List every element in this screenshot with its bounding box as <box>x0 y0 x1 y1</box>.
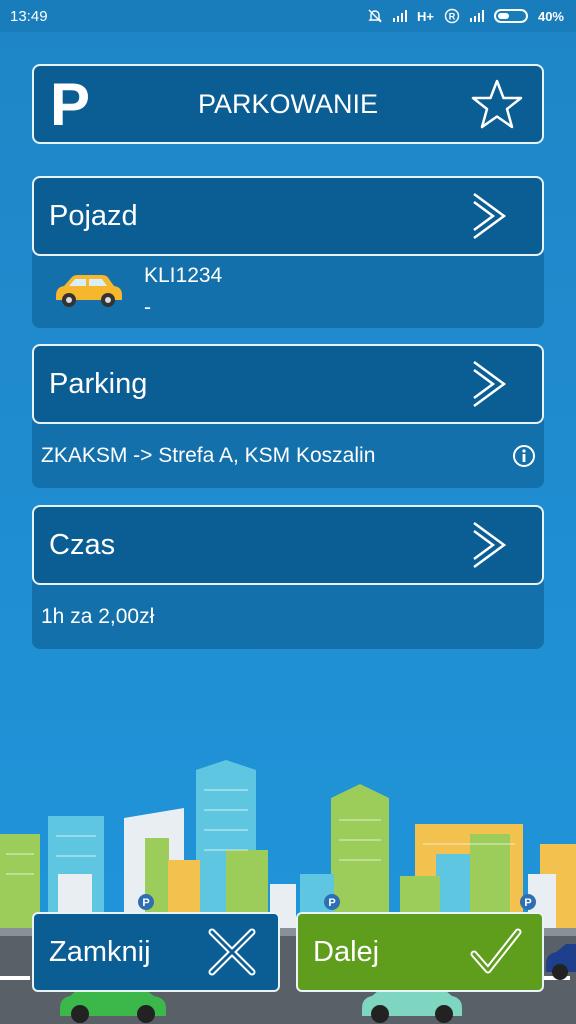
svg-text:P: P <box>328 897 335 909</box>
close-x-icon <box>208 928 256 976</box>
time-select-button[interactable]: Czas <box>32 505 544 585</box>
chevron-right-icon <box>473 192 507 240</box>
parking-zone: ZKAKSM -> Strefa A, KSM Koszalin <box>41 444 376 467</box>
battery-level: 40% <box>537 8 564 24</box>
header-panel: P PARKOWANIE <box>32 64 544 144</box>
svg-text:R: R <box>449 12 456 22</box>
page-title: PARKOWANIE <box>197 89 379 119</box>
status-bar: 13:49 H+ R 40% <box>0 0 576 32</box>
svg-text:P: P <box>142 897 149 909</box>
vehicle-plate: KLI1234 <box>144 264 223 287</box>
close-button-label: Zamknij <box>49 936 151 968</box>
info-icon[interactable] <box>512 444 536 468</box>
vehicle-card: Pojazd KLI1234 - <box>32 176 544 328</box>
car-icon <box>56 275 122 307</box>
vehicle-label: Pojazd <box>49 200 138 232</box>
vehicle-select-button[interactable]: Pojazd <box>32 176 544 256</box>
parking-card: Parking ZKAKSM -> Strefa A, KSM Koszalin <box>32 344 544 488</box>
mute-icon <box>368 9 382 23</box>
roaming-icon: R <box>444 8 460 24</box>
check-icon <box>470 928 522 974</box>
close-button[interactable]: Zamknij <box>32 912 280 992</box>
status-time: 13:49 <box>10 7 48 25</box>
parking-label: Parking <box>49 368 148 400</box>
svg-text:P: P <box>524 897 531 909</box>
signal-icon-2 <box>469 10 484 22</box>
next-button[interactable]: Dalej <box>296 912 544 992</box>
status-icons: H+ R 40% <box>367 8 564 24</box>
next-button-label: Dalej <box>313 936 380 968</box>
time-price: 1h za 2,00zł <box>41 605 155 628</box>
battery-icon <box>493 9 528 23</box>
chevron-right-icon <box>473 521 507 569</box>
chevron-right-icon <box>473 360 507 408</box>
parking-select-button[interactable]: Parking <box>32 344 544 424</box>
star-icon[interactable] <box>470 78 524 132</box>
signal-icon <box>392 10 407 22</box>
vehicle-description: - <box>144 296 151 319</box>
time-label: Czas <box>49 529 116 561</box>
time-card: Czas 1h za 2,00zł <box>32 505 544 649</box>
network-type: H+ <box>416 8 434 24</box>
